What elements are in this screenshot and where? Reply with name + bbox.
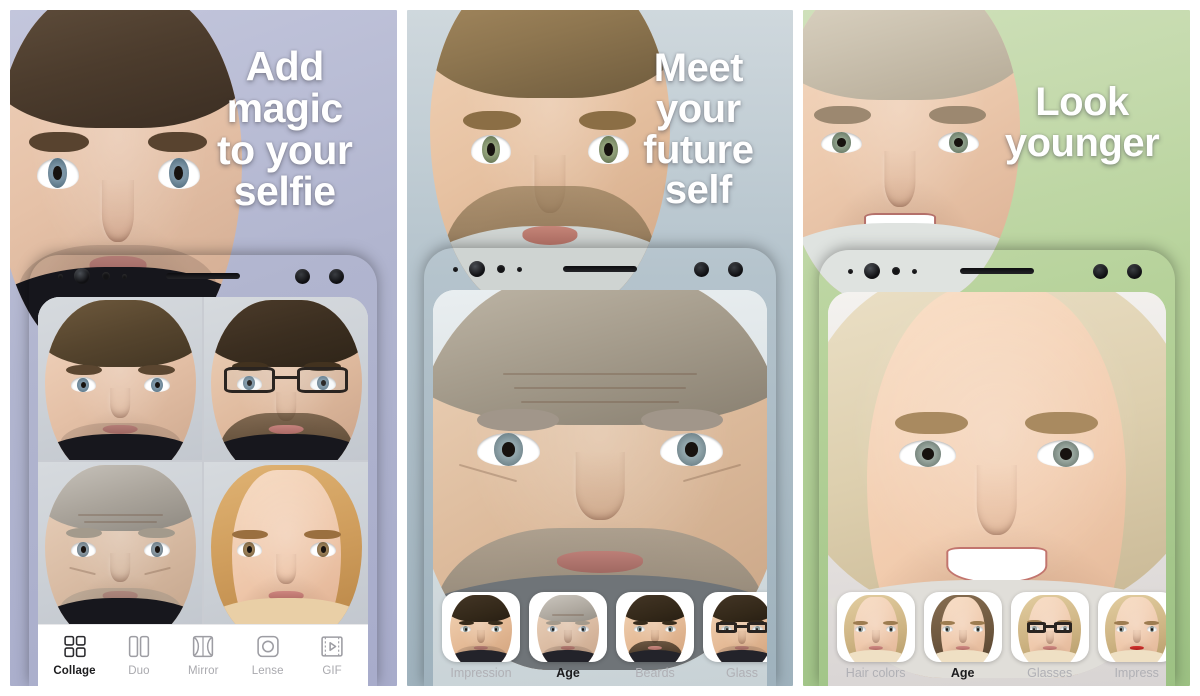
tab-gif[interactable]: GIF: [304, 634, 360, 677]
cell-old-man[interactable]: [38, 461, 203, 624]
phone-screen-young: Hair colors Age Glasses Impress: [827, 292, 1166, 686]
tab-duo[interactable]: Duo: [111, 634, 167, 677]
effect-age[interactable]: Age: [529, 592, 607, 680]
sensor-dot-icon: [517, 266, 522, 272]
young-effects-strip[interactable]: Hair colors Age Glasses Impress: [828, 588, 1166, 686]
effect-glasses-label: Glasses: [1027, 666, 1073, 680]
sensor-dot-icon: [102, 272, 111, 280]
proximity-dot-icon: [847, 268, 853, 274]
front-camera-icon: [469, 261, 485, 277]
iris-scanner-icon: [1092, 263, 1108, 279]
female-hair-colors-thumb[interactable]: [836, 592, 915, 662]
tab-lense[interactable]: Lense: [240, 634, 296, 677]
effect-glasses[interactable]: Glass: [703, 592, 767, 680]
tab-mirror[interactable]: Mirror: [175, 634, 231, 677]
sensor-dot-icon: [891, 267, 900, 275]
split-two-icon: [128, 635, 150, 658]
phone-screen-age: Impression Age Beards Glass: [433, 290, 767, 686]
phone-top-bezel: [828, 250, 1166, 292]
panel-young: Look younger Hair colors Age Glasses Imp…: [803, 10, 1191, 686]
tab-mirror-label: Mirror: [187, 665, 219, 677]
gif-play-icon: [321, 636, 343, 657]
led-indicator-icon: [1126, 263, 1142, 279]
earpiece-speaker-icon: [959, 268, 1034, 274]
tab-collage-label: Collage: [53, 665, 96, 677]
cell-glasses-beard[interactable]: [204, 297, 369, 460]
female-age-thumb[interactable]: [923, 592, 1002, 662]
cell-young-man[interactable]: [38, 297, 203, 460]
front-camera-icon: [74, 268, 91, 284]
effect-beards[interactable]: Beards: [616, 592, 694, 680]
panel-age: Meet your future self Impression Age Bea…: [406, 10, 794, 686]
led-indicator-icon: [329, 268, 345, 284]
age-effects-strip[interactable]: Impression Age Beards Glass: [433, 588, 767, 686]
panel-young-headline: Look younger: [1004, 80, 1160, 165]
effect-impression-label: Impress: [1114, 666, 1159, 680]
mirror-icon: [193, 635, 214, 658]
effect-age[interactable]: Age: [923, 592, 1002, 680]
phone-mockup-age: Impression Age Beards Glass: [424, 248, 776, 686]
phone-mockup-collage: Collage Duo Mirror Lense GIF: [29, 255, 377, 686]
glasses-icon: [224, 366, 349, 394]
tab-duo-label: Duo: [128, 665, 150, 677]
led-indicator-icon: [728, 261, 743, 277]
front-camera-icon: [863, 263, 880, 279]
tab-lense-label: Lense: [251, 665, 284, 677]
phone-mockup-young: Hair colors Age Glasses Impress: [819, 250, 1175, 686]
female-glasses-thumb[interactable]: [1010, 592, 1089, 662]
effect-glasses-label: Glass: [726, 666, 758, 680]
male-beards-thumb[interactable]: [616, 592, 694, 662]
effect-beards-label: Beards: [635, 666, 675, 680]
male-impression-thumb[interactable]: [442, 592, 520, 662]
sensor-dot-icon: [497, 265, 505, 273]
screenshot-gallery: Add magic to your selfie Collage Duo Mir…: [0, 0, 1200, 696]
iris-scanner-icon: [295, 268, 311, 284]
phone-top-bezel: [433, 248, 767, 290]
collage-2x2-grid[interactable]: [38, 297, 369, 624]
earpiece-speaker-icon: [563, 266, 637, 272]
effect-impression-label: Impression: [450, 666, 512, 680]
earpiece-speaker-icon: [166, 273, 241, 279]
phone-screen-collage: Collage Duo Mirror Lense GIF: [38, 297, 369, 686]
iris-scanner-icon: [694, 261, 709, 277]
effect-age-label: Age: [950, 666, 975, 680]
panel-collage: Add magic to your selfie Collage Duo Mir…: [10, 10, 397, 686]
collage-tabbar: Collage Duo Mirror Lense GIF: [38, 624, 369, 686]
sensor-dot-icon: [122, 273, 128, 279]
tab-collage[interactable]: Collage: [47, 634, 103, 677]
effect-hair-colors[interactable]: Hair colors: [836, 592, 915, 680]
cell-female[interactable]: [204, 461, 369, 624]
phone-top-bezel: [38, 255, 368, 297]
male-age-thumb[interactable]: [529, 592, 607, 662]
sensor-dot-icon: [911, 268, 917, 274]
panel-age-headline: Meet your future self: [643, 46, 754, 213]
effect-impression[interactable]: Impress: [1097, 592, 1166, 680]
effect-hair-colors-label: Hair colors: [845, 666, 906, 680]
male-glasses-thumb[interactable]: [703, 592, 767, 662]
lense-circle-icon: [257, 635, 279, 658]
grid-four-icon: [63, 635, 86, 658]
tab-gif-label: GIF: [322, 665, 342, 677]
female-impression-thumb[interactable]: [1097, 592, 1166, 662]
effect-age-label: Age: [556, 666, 580, 680]
proximity-dot-icon: [58, 273, 64, 279]
effect-glasses[interactable]: Glasses: [1010, 592, 1089, 680]
proximity-dot-icon: [453, 266, 458, 272]
panel-collage-headline: Add magic to your selfie: [216, 43, 353, 215]
effect-impression[interactable]: Impression: [442, 592, 520, 680]
